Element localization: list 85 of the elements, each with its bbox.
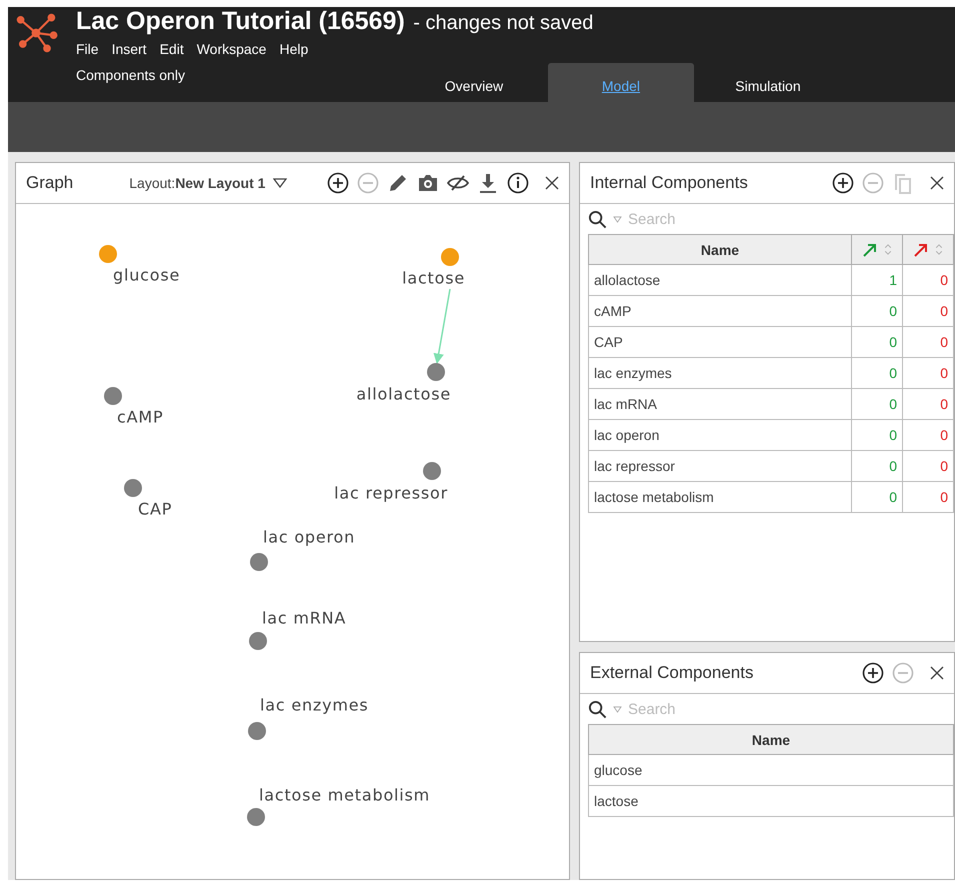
table-cell: 0 <box>852 420 902 450</box>
node-label: CAP <box>138 500 172 518</box>
arrow-icon <box>913 242 929 258</box>
close-icon[interactable] <box>545 176 559 190</box>
table-cell: 0 <box>852 482 902 512</box>
dropdown-caret-icon[interactable] <box>273 178 288 188</box>
camera-icon[interactable] <box>417 172 439 194</box>
table-cell: 0 <box>902 420 954 450</box>
node-dot[interactable] <box>124 479 142 497</box>
table-cell: lac repressor <box>588 450 852 482</box>
node-label: lac mRNA <box>262 608 346 628</box>
table-cell: lac mRNA <box>588 388 852 420</box>
close-icon[interactable] <box>930 666 944 680</box>
table-cell: 0 <box>902 388 954 420</box>
menu-item[interactable]: File <box>76 41 99 57</box>
pencil-icon[interactable] <box>387 172 409 194</box>
table-cell: lac operon <box>588 420 852 450</box>
table-cell: 0 <box>902 264 954 296</box>
table-cell: 0 <box>852 358 902 388</box>
save-status: - changes not saved <box>413 12 594 34</box>
table-cell: 0 <box>902 482 954 512</box>
layout-selector[interactable]: Layout:New Layout 1 <box>129 175 266 191</box>
menu-item[interactable]: Edit <box>160 41 184 57</box>
table-cell: 1 <box>852 264 902 296</box>
menu-item[interactable]: Help <box>279 41 308 57</box>
add-icon[interactable] <box>327 172 349 194</box>
table-cell: lactose <box>588 786 954 816</box>
tab[interactable]: Overview <box>400 63 547 102</box>
download-icon[interactable] <box>477 172 499 194</box>
close-icon[interactable] <box>930 176 944 190</box>
node-label: allolactose <box>356 384 451 404</box>
table-cell: 0 <box>902 326 954 358</box>
network-logo-icon <box>14 11 58 55</box>
node-label: lac enzymes <box>260 696 369 714</box>
node-dot[interactable] <box>441 248 459 266</box>
app-title: Lac Operon Tutorial (16569) <box>76 7 405 35</box>
menu-item[interactable]: Workspace <box>196 41 266 57</box>
table-cell: 0 <box>852 450 902 482</box>
table-cell: 0 <box>902 450 954 482</box>
search-icon <box>588 210 607 228</box>
node-label: glucose <box>113 266 180 284</box>
node-dot[interactable] <box>99 245 117 263</box>
node-label: cAMP <box>117 408 164 426</box>
panel-title: Graph <box>26 173 74 193</box>
table-cell: CAP <box>588 326 852 358</box>
panel-title: Internal Components <box>590 173 748 193</box>
arrow-icon <box>862 242 878 258</box>
node-dot[interactable] <box>247 808 265 826</box>
table-cell: 0 <box>852 388 902 420</box>
info-icon[interactable] <box>507 172 529 194</box>
node-label: lactose metabolism <box>259 786 430 804</box>
search-icon <box>588 700 607 718</box>
node-dot[interactable] <box>104 387 122 405</box>
column-header[interactable]: Name <box>588 724 954 754</box>
table-cell: 0 <box>902 358 954 388</box>
add-icon[interactable] <box>862 662 884 684</box>
node-label: lac operon <box>263 528 356 546</box>
table-cell: lactose metabolism <box>588 482 852 512</box>
filter-caret-icon <box>613 706 622 712</box>
column-header[interactable] <box>852 234 902 264</box>
menu-item[interactable]: Insert <box>112 41 147 57</box>
node-dot[interactable] <box>248 722 266 740</box>
panel-title: External Components <box>590 663 754 683</box>
node-label: lactose <box>402 268 465 288</box>
table-cell: 0 <box>852 296 902 326</box>
sort-icon <box>935 243 943 256</box>
node-label: lac repressor <box>334 484 448 502</box>
node-dot[interactable] <box>423 462 441 480</box>
sort-icon <box>884 243 892 256</box>
node-dot[interactable] <box>427 363 445 381</box>
node-dot[interactable] <box>249 632 267 650</box>
tab[interactable]: Simulation <box>694 63 841 102</box>
table-cell: glucose <box>588 754 954 786</box>
components-only-toggle[interactable]: Components only <box>76 67 185 83</box>
column-header[interactable]: Name <box>588 234 852 264</box>
node-dot[interactable] <box>250 553 268 571</box>
table-cell: cAMP <box>588 296 852 326</box>
table-cell: lac enzymes <box>588 358 852 388</box>
table-cell: 0 <box>852 326 902 358</box>
table-cell: 0 <box>902 296 954 326</box>
column-header[interactable] <box>902 234 954 264</box>
tab[interactable]: Model <box>548 63 694 102</box>
add-icon[interactable] <box>832 172 854 194</box>
filter-caret-icon <box>613 216 622 222</box>
table-cell: allolactose <box>588 264 852 296</box>
